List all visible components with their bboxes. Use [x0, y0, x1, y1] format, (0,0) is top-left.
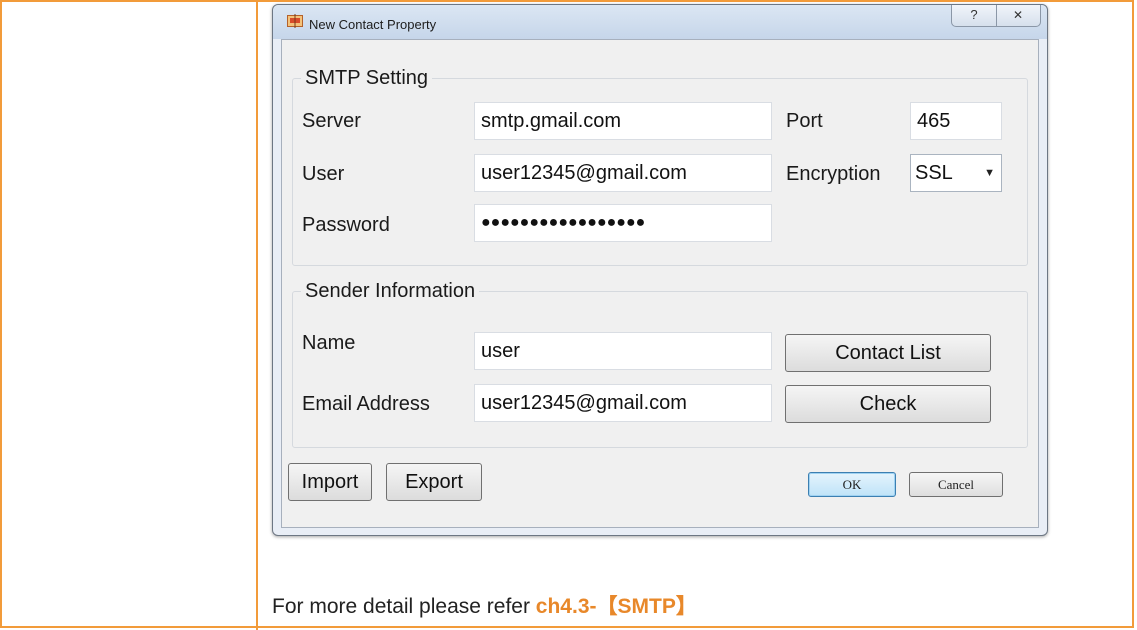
dialog-titlebar[interactable]: New Contact Property ? ✕: [273, 5, 1047, 39]
reference-note: For more detail please refer ch4.3-【SMTP…: [272, 590, 697, 620]
table-column-divider: [256, 0, 258, 630]
port-input[interactable]: 465: [910, 102, 1002, 140]
email-address-input[interactable]: user12345@gmail.com: [474, 384, 772, 422]
server-input[interactable]: smtp.gmail.com: [474, 102, 772, 140]
port-label: Port: [786, 110, 823, 132]
email-address-label: Email Address: [302, 393, 430, 415]
user-input[interactable]: user12345@gmail.com: [474, 154, 772, 192]
smtp-group-title: SMTP Setting: [301, 67, 433, 90]
user-label: User: [302, 163, 345, 185]
dialog-client-area: SMTP Setting Server smtp.gmail.com Port …: [281, 39, 1039, 528]
dialog-title: New Contact Property: [309, 17, 437, 32]
close-icon: ✕: [1012, 8, 1024, 22]
close-button[interactable]: ✕: [996, 5, 1040, 26]
dropdown-arrow-icon: ▼: [984, 167, 995, 179]
cancel-button[interactable]: Cancel: [909, 472, 1003, 497]
name-input[interactable]: user: [474, 332, 772, 370]
export-button[interactable]: Export: [386, 463, 482, 501]
caption-buttons: ? ✕: [951, 5, 1041, 27]
encryption-select[interactable]: SSL ▼: [910, 154, 1002, 192]
encryption-label: Encryption: [786, 163, 881, 185]
password-label: Password: [302, 214, 390, 236]
server-label: Server: [302, 110, 361, 132]
sender-group-title: Sender Information: [301, 280, 480, 303]
import-button[interactable]: Import: [288, 463, 372, 501]
ok-button[interactable]: OK: [808, 472, 896, 497]
help-icon: ?: [970, 7, 978, 22]
reference-link[interactable]: ch4.3-【SMTP】: [536, 595, 697, 618]
password-input[interactable]: ●●●●●●●●●●●●●●●●●: [474, 204, 772, 242]
help-button[interactable]: ?: [952, 5, 997, 26]
new-contact-property-dialog: New Contact Property ? ✕ SMTP Setting Se…: [272, 4, 1048, 536]
contact-list-button[interactable]: Contact List: [785, 334, 991, 372]
reference-note-text: For more detail please refer: [272, 595, 536, 618]
app-icon: [287, 14, 303, 28]
check-button[interactable]: Check: [785, 385, 991, 423]
encryption-value: SSL: [915, 162, 953, 184]
name-label: Name: [302, 332, 356, 354]
